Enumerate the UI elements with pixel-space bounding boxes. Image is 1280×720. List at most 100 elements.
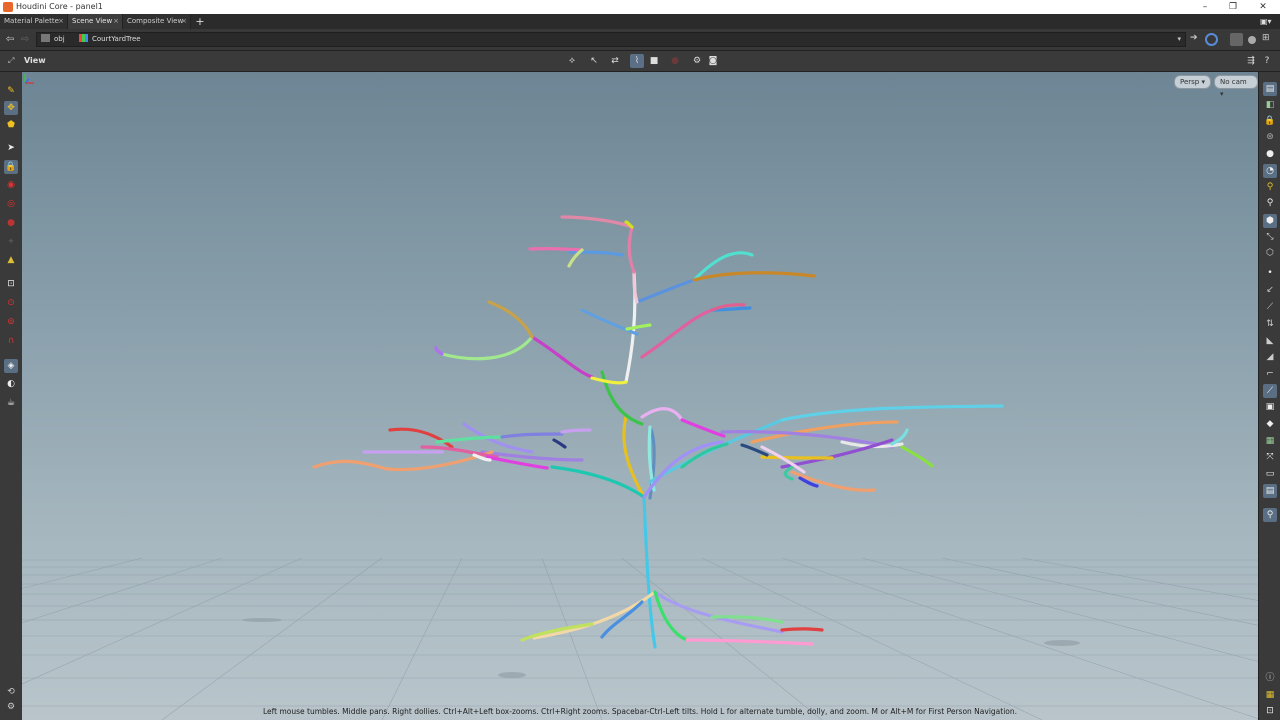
pointer-icon[interactable]: ➤	[4, 141, 18, 155]
tab-close-icon[interactable]: ×	[113, 14, 119, 29]
root-curve	[653, 590, 784, 634]
geo-node-icon	[79, 34, 88, 42]
camera-persp-dropdown[interactable]: Persp ▾	[1174, 75, 1211, 89]
tab-label: Scene View	[72, 17, 113, 25]
network-path-field[interactable]: obj CourtYardTree ▾	[36, 32, 1186, 47]
light-icon[interactable]: ◔	[1263, 164, 1277, 178]
viewport-split-icon[interactable]: ⊡	[1263, 704, 1277, 718]
snapshot-icon[interactable]: ◙	[706, 54, 720, 68]
back-arrow-icon[interactable]: ⇦	[3, 33, 17, 46]
flipbook-icon[interactable]: ☕	[4, 396, 18, 410]
tab-composite-view[interactable]: Composite View ×	[123, 14, 191, 29]
scene-viewport[interactable]: Persp ▾ No cam ▾ Left mouse tumbles. Mid…	[22, 72, 1258, 720]
lock-camera-icon[interactable]: 🔒	[1263, 114, 1277, 128]
shading-icon[interactable]: ◧	[1263, 98, 1277, 112]
layout-icon[interactable]: ▦	[1263, 688, 1277, 702]
safe-area-icon[interactable]: ◆	[1263, 417, 1277, 431]
square-icon[interactable]: ■	[647, 54, 661, 68]
lock-icon[interactable]: 🔒	[4, 160, 18, 174]
guide-icon[interactable]: ▦	[1263, 434, 1277, 448]
restore-button[interactable]: ❐	[1226, 1, 1240, 13]
peak-icon[interactable]: ∩	[4, 334, 18, 348]
wireframe-toggle-icon[interactable]: ⌇	[630, 54, 644, 68]
tab-close-icon[interactable]: ×	[181, 14, 187, 29]
branch-curve	[640, 407, 684, 422]
prim-icon[interactable]: ⇅	[1263, 317, 1277, 331]
bulb-icon[interactable]: ⚲	[1263, 196, 1277, 210]
geometry-icon[interactable]: ⬢	[1263, 214, 1277, 228]
magnet-icon[interactable]: ⊙	[4, 296, 18, 310]
arrow-tool-icon[interactable]: ↖	[587, 54, 601, 68]
snap-icon[interactable]: ⊚	[4, 315, 18, 329]
lightbulb-icon[interactable]: ⚲	[1263, 508, 1277, 522]
branch-curve	[627, 225, 636, 274]
view-icon[interactable]: ◈	[4, 359, 18, 373]
lasso-icon[interactable]: ⊡	[4, 277, 18, 291]
record-icon[interactable]: ●	[668, 54, 682, 68]
root-curve	[653, 590, 689, 642]
pin-icon[interactable]: ➔	[1190, 33, 1203, 46]
breadcrumb-courtyardtree[interactable]: CourtYardTree	[79, 33, 141, 46]
branch-curve	[890, 428, 909, 446]
dot-icon[interactable]	[1248, 36, 1256, 44]
branch-curve	[780, 404, 1004, 422]
camera-select-dropdown[interactable]: No cam ▾	[1214, 75, 1258, 98]
tool-options-icon[interactable]: ⚙	[4, 700, 18, 714]
handle-icon[interactable]: ⬟	[4, 118, 18, 132]
viewer-toolbar: ⤢ View ⟡ ↖ ⇄ ⌇ ■ ● ⚙ ◙ ⇶ ?	[0, 51, 1280, 72]
path-dropdown-icon[interactable]: ▾	[1177, 35, 1181, 43]
ortho-icon[interactable]: ⟋	[1263, 384, 1277, 398]
wire-icon[interactable]: ◣	[1263, 334, 1277, 348]
tab-scene-view[interactable]: Scene View ×	[68, 14, 123, 29]
lamp-icon[interactable]: ⚲	[1263, 180, 1277, 194]
vector-icon[interactable]: ⤡	[1263, 230, 1277, 244]
tab-material-palette[interactable]: Material Palette ×	[0, 14, 68, 29]
add-tab-button[interactable]: +	[194, 14, 206, 29]
forward-arrow-icon[interactable]: ⇨	[18, 33, 32, 46]
background-icon[interactable]: ▣	[1263, 400, 1277, 414]
brush-icon[interactable]: ✦	[4, 235, 18, 249]
render-region-icon[interactable]: ▤	[1263, 484, 1277, 498]
display-icon[interactable]: ▤	[1263, 82, 1277, 96]
move-icon[interactable]: ✥	[4, 101, 18, 115]
pane-layout-icon[interactable]: ⊞	[1262, 33, 1275, 46]
branch-curve	[388, 427, 454, 449]
tab-close-icon[interactable]: ×	[58, 14, 64, 29]
edge-icon[interactable]: ⟋	[1263, 300, 1277, 314]
frame-icon[interactable]: ▭	[1263, 467, 1277, 481]
camera-settings-icon[interactable]: ⚙	[690, 54, 704, 68]
viewport-hint-text: Left mouse tumbles. Middle pans. Right d…	[262, 707, 1018, 716]
handle-toggle-icon[interactable]: ⟲	[4, 685, 18, 699]
handles-icon[interactable]: ⤧	[1263, 450, 1277, 464]
viewer-label: ⤢ View	[8, 51, 46, 71]
ghost-icon[interactable]: ⊛	[1263, 130, 1277, 144]
normal-icon[interactable]: ↙	[1263, 283, 1277, 297]
viewport-canvas[interactable]	[22, 72, 1258, 720]
grid-icon[interactable]: ⌐	[1263, 367, 1277, 381]
branch-curve	[600, 370, 644, 426]
shaded-icon[interactable]: ◢	[1263, 350, 1277, 364]
link-icon[interactable]	[1205, 33, 1218, 46]
pane-menu-icon[interactable]: ▣▾	[1260, 17, 1274, 26]
display-options-icon[interactable]: ⇶	[1244, 54, 1258, 68]
box-icon[interactable]: ▲	[4, 253, 18, 267]
float-pane-icon[interactable]	[1230, 33, 1243, 46]
minimize-button[interactable]: –	[1198, 1, 1212, 13]
pose-icon[interactable]: ●	[4, 216, 18, 230]
view-tool-icon[interactable]: ⤢	[8, 51, 18, 71]
scale-icon[interactable]: ◎	[4, 197, 18, 211]
help-icon[interactable]: ?	[1260, 54, 1274, 68]
close-window-button[interactable]: ✕	[1256, 1, 1270, 13]
breadcrumb-obj[interactable]: obj	[41, 33, 65, 46]
sphere-icon[interactable]: ●	[1263, 147, 1277, 161]
branch-curve	[680, 418, 726, 438]
point-icon[interactable]: •	[1263, 266, 1277, 280]
select-icon[interactable]: ✎	[4, 84, 18, 98]
rotate-icon[interactable]: ◉	[4, 178, 18, 192]
render-icon[interactable]: ◐	[4, 377, 18, 391]
scene-icon[interactable]: ⬡	[1263, 246, 1277, 260]
info-icon[interactable]: ⓘ	[1263, 671, 1277, 685]
tab-label: Composite View	[127, 17, 184, 25]
snap-points-icon[interactable]: ⟡	[565, 54, 579, 68]
swap-icon[interactable]: ⇄	[608, 54, 622, 68]
